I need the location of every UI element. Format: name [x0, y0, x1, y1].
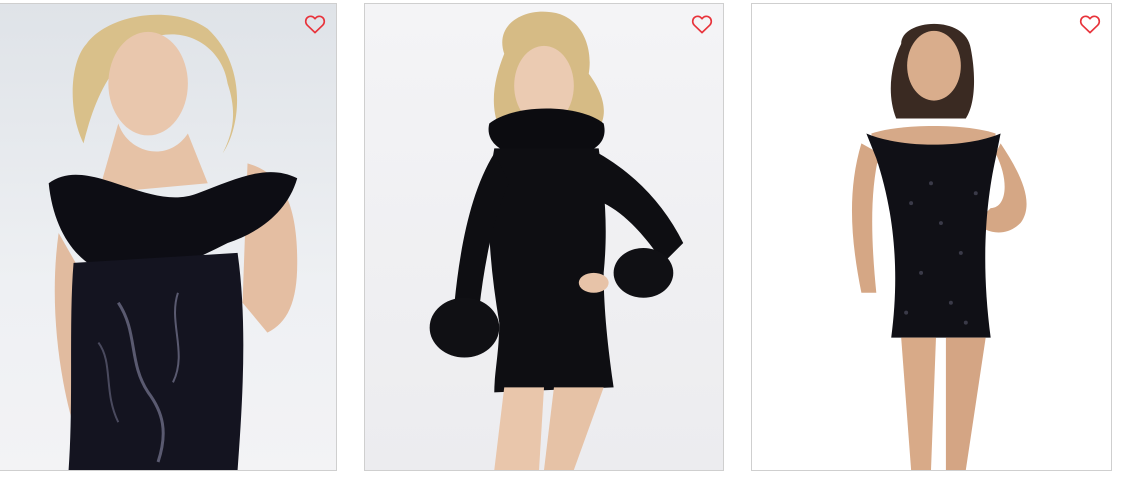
wishlist-button[interactable]: [691, 14, 713, 34]
wishlist-button[interactable]: [304, 14, 326, 34]
wishlist-button[interactable]: [1079, 14, 1101, 34]
product-card[interactable]: [364, 3, 724, 471]
heart-outline-icon: [1079, 15, 1101, 34]
heart-outline-icon: [691, 15, 713, 34]
product-card[interactable]: [0, 3, 337, 471]
product-card[interactable]: [751, 3, 1112, 471]
heart-outline-icon: [304, 15, 326, 34]
product-image[interactable]: [0, 4, 336, 470]
product-image[interactable]: [365, 4, 723, 470]
product-image[interactable]: [752, 4, 1111, 470]
product-grid: [0, 0, 1122, 485]
